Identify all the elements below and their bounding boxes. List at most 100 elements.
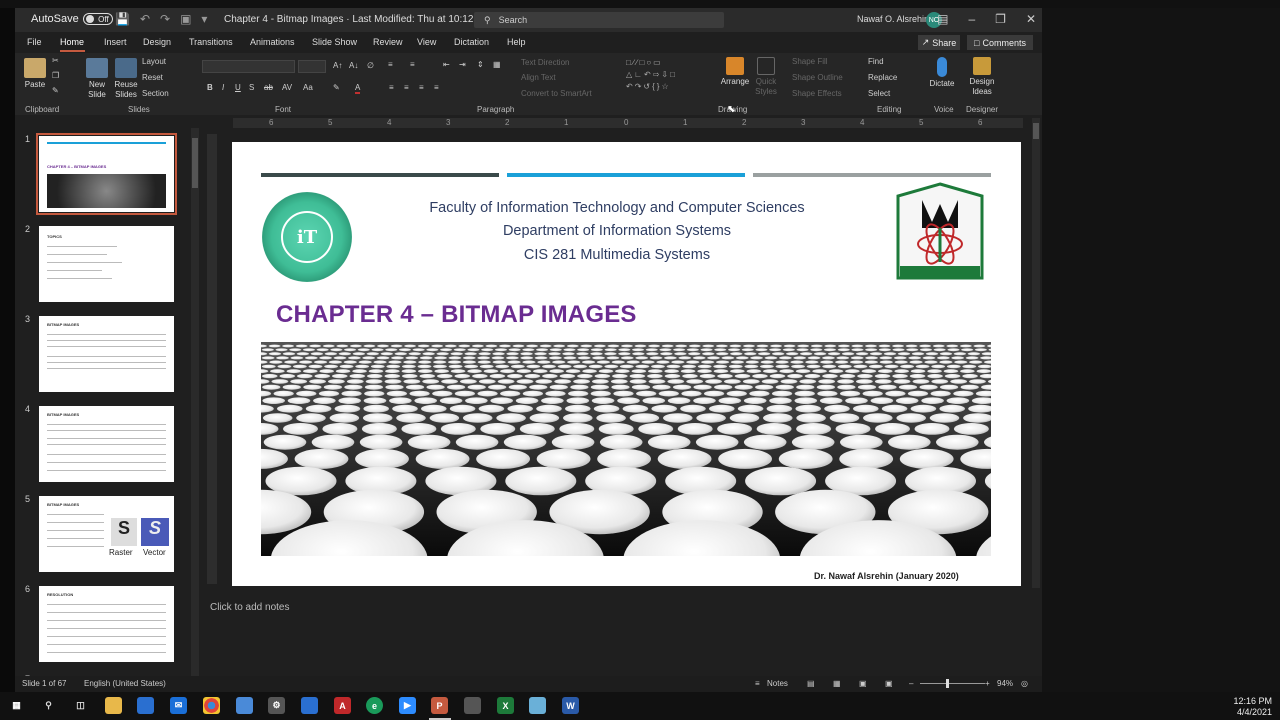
notes-icon[interactable]: ≡ xyxy=(755,679,760,688)
spacing-icon[interactable]: AV xyxy=(282,83,292,92)
app-icon[interactable] xyxy=(529,697,546,714)
new-slide-button[interactable]: New Slide xyxy=(83,58,111,100)
align-left-icon[interactable]: ≡ xyxy=(389,83,394,92)
slide-title[interactable]: CHAPTER 4 – BITMAP IMAGES xyxy=(276,301,637,329)
shapes-gallery[interactable]: □∕∕□○▭ △∟↶⇨⇩□ ↶↷↺{}☆ xyxy=(626,57,711,97)
edge-icon[interactable]: e xyxy=(366,697,383,714)
system-clock[interactable]: 12:16 PM 4/4/2021 xyxy=(1233,696,1272,718)
shadow-icon[interactable]: S xyxy=(249,83,254,92)
thumbnail-scrollbar[interactable] xyxy=(191,128,199,680)
faculty-title[interactable]: Faculty of Information Technology and Co… xyxy=(362,200,872,216)
increase-indent-icon[interactable]: ⇥ xyxy=(459,60,466,69)
replace-button[interactable]: Replace xyxy=(868,73,897,82)
minimize-icon[interactable]: – xyxy=(968,12,975,26)
zoom-icon[interactable]: ▶ xyxy=(399,697,416,714)
bitmap-discs-image[interactable] xyxy=(261,342,991,556)
powerpoint-icon[interactable]: P xyxy=(431,697,448,714)
save-icon[interactable]: 💾 xyxy=(115,12,130,26)
layout-button[interactable]: Layout xyxy=(142,57,166,66)
close-icon[interactable]: ✕ xyxy=(1026,12,1036,26)
thumbnail-slide-5[interactable]: BITMAP IMAGES S S Raster Vector xyxy=(39,496,174,572)
tab-file[interactable]: File xyxy=(27,37,42,47)
windows-start-icon[interactable]: ▦ xyxy=(8,697,25,714)
comments-button[interactable]: □ Comments xyxy=(967,35,1033,50)
paste-button[interactable]: Paste xyxy=(23,58,47,90)
scrollbar-thumb[interactable] xyxy=(192,138,198,188)
share-button[interactable]: ↗ Share xyxy=(918,35,960,50)
font-name-input[interactable] xyxy=(202,60,295,73)
acrobat-icon[interactable]: A xyxy=(334,697,351,714)
tab-dictation[interactable]: Dictation xyxy=(454,37,489,47)
slideshow-icon[interactable]: ▣ xyxy=(885,679,893,688)
normal-view-icon[interactable]: ▤ xyxy=(807,679,815,688)
excel-icon[interactable]: X xyxy=(497,697,514,714)
zoom-out-icon[interactable]: – xyxy=(909,679,913,688)
line-spacing-icon[interactable]: ⇕ xyxy=(477,60,484,69)
department-title[interactable]: Department of Information Systems xyxy=(362,223,872,239)
undo-icon[interactable]: ↶ xyxy=(140,12,150,26)
document-title[interactable]: Chapter 4 - Bitmap Images · Last Modifie… xyxy=(224,14,491,25)
find-button[interactable]: Find xyxy=(868,57,884,66)
author-footer[interactable]: Dr. Nawaf Alsrehin (January 2020) xyxy=(814,571,959,581)
autosave-toggle[interactable]: Off xyxy=(82,13,113,25)
font-color-icon[interactable]: A xyxy=(355,83,361,94)
reset-button[interactable]: Reset xyxy=(142,73,163,82)
decrease-font-icon[interactable]: A↓ xyxy=(349,61,358,70)
language-indicator[interactable]: English (United States) xyxy=(84,679,166,688)
tab-insert[interactable]: Insert xyxy=(104,37,127,47)
settings-icon[interactable]: ⚙ xyxy=(268,697,285,714)
clear-formatting-icon[interactable]: ∅ xyxy=(367,61,374,70)
design-ideas-button[interactable]: Design Ideas xyxy=(965,57,999,97)
maximize-icon[interactable]: ❐ xyxy=(995,12,1006,26)
select-button[interactable]: Select xyxy=(868,89,890,98)
tab-transitions[interactable]: Transitions xyxy=(189,37,233,47)
mail-icon[interactable]: ✉ xyxy=(170,697,187,714)
editor-scrollbar[interactable] xyxy=(1032,118,1040,588)
file-explorer-icon[interactable] xyxy=(105,697,122,714)
tab-view[interactable]: View xyxy=(417,37,436,47)
thumbnail-slide-4[interactable]: BITMAP IMAGES xyxy=(39,406,174,482)
dictate-button[interactable]: Dictate xyxy=(927,57,957,89)
align-center-icon[interactable]: ≡ xyxy=(404,83,409,92)
reading-view-icon[interactable]: ▣ xyxy=(859,679,867,688)
strikethrough-icon[interactable]: ab xyxy=(264,83,273,92)
highlight-icon[interactable]: ✎ xyxy=(333,83,340,92)
tab-design[interactable]: Design xyxy=(143,37,171,47)
convert-smartart-button[interactable]: Convert to SmartArt xyxy=(521,89,592,98)
shape-outline-button[interactable]: Shape Outline xyxy=(792,73,843,82)
thumbnail-slide-2[interactable]: TOPICS xyxy=(39,226,174,302)
task-view-icon[interactable]: ◫ xyxy=(72,697,89,714)
reuse-slides-button[interactable]: Reuse Slides xyxy=(114,58,138,100)
slide-sorter-icon[interactable]: ▦ xyxy=(833,679,841,688)
zoom-in-icon[interactable]: + xyxy=(985,679,990,688)
justify-icon[interactable]: ≡ xyxy=(434,83,439,92)
text-direction-button[interactable]: Text Direction xyxy=(521,58,569,67)
format-painter-icon[interactable]: ✎ xyxy=(52,86,59,95)
tab-review[interactable]: Review xyxy=(373,37,403,47)
tab-home[interactable]: Home xyxy=(60,37,84,47)
copy-icon[interactable]: ❐ xyxy=(52,71,59,80)
quick-styles-button[interactable]: Quick Styles xyxy=(752,57,780,97)
scrollbar-thumb[interactable] xyxy=(1033,123,1039,139)
increase-font-icon[interactable]: A↑ xyxy=(333,61,342,70)
app-icon[interactable] xyxy=(301,697,318,714)
calculator-icon[interactable] xyxy=(464,697,481,714)
zoom-slider-thumb[interactable] xyxy=(946,679,949,688)
chrome-icon[interactable] xyxy=(203,697,220,714)
bold-icon[interactable]: B xyxy=(207,83,213,92)
cut-icon[interactable]: ✂ xyxy=(52,56,59,65)
notes-placeholder[interactable]: Click to add notes xyxy=(210,602,290,613)
columns-icon[interactable]: ▦ xyxy=(493,60,501,69)
search-icon[interactable]: ⚲ xyxy=(40,697,57,714)
thumbnail-slide-3[interactable]: BITMAP IMAGES xyxy=(39,316,174,392)
section-button[interactable]: Section xyxy=(142,89,169,98)
italic-icon[interactable]: I xyxy=(222,83,224,92)
store-icon[interactable] xyxy=(137,697,154,714)
thumbnail-slide-6[interactable]: RESOLUTION xyxy=(39,586,174,662)
notes-toggle[interactable]: Notes xyxy=(767,679,788,688)
arrange-button[interactable]: Arrange xyxy=(718,57,752,87)
tab-slide-show[interactable]: Slide Show xyxy=(312,37,357,47)
customize-icon[interactable]: ▾ xyxy=(201,12,207,26)
shape-effects-button[interactable]: Shape Effects xyxy=(792,89,842,98)
fit-to-window-icon[interactable]: ◎ xyxy=(1021,679,1028,688)
